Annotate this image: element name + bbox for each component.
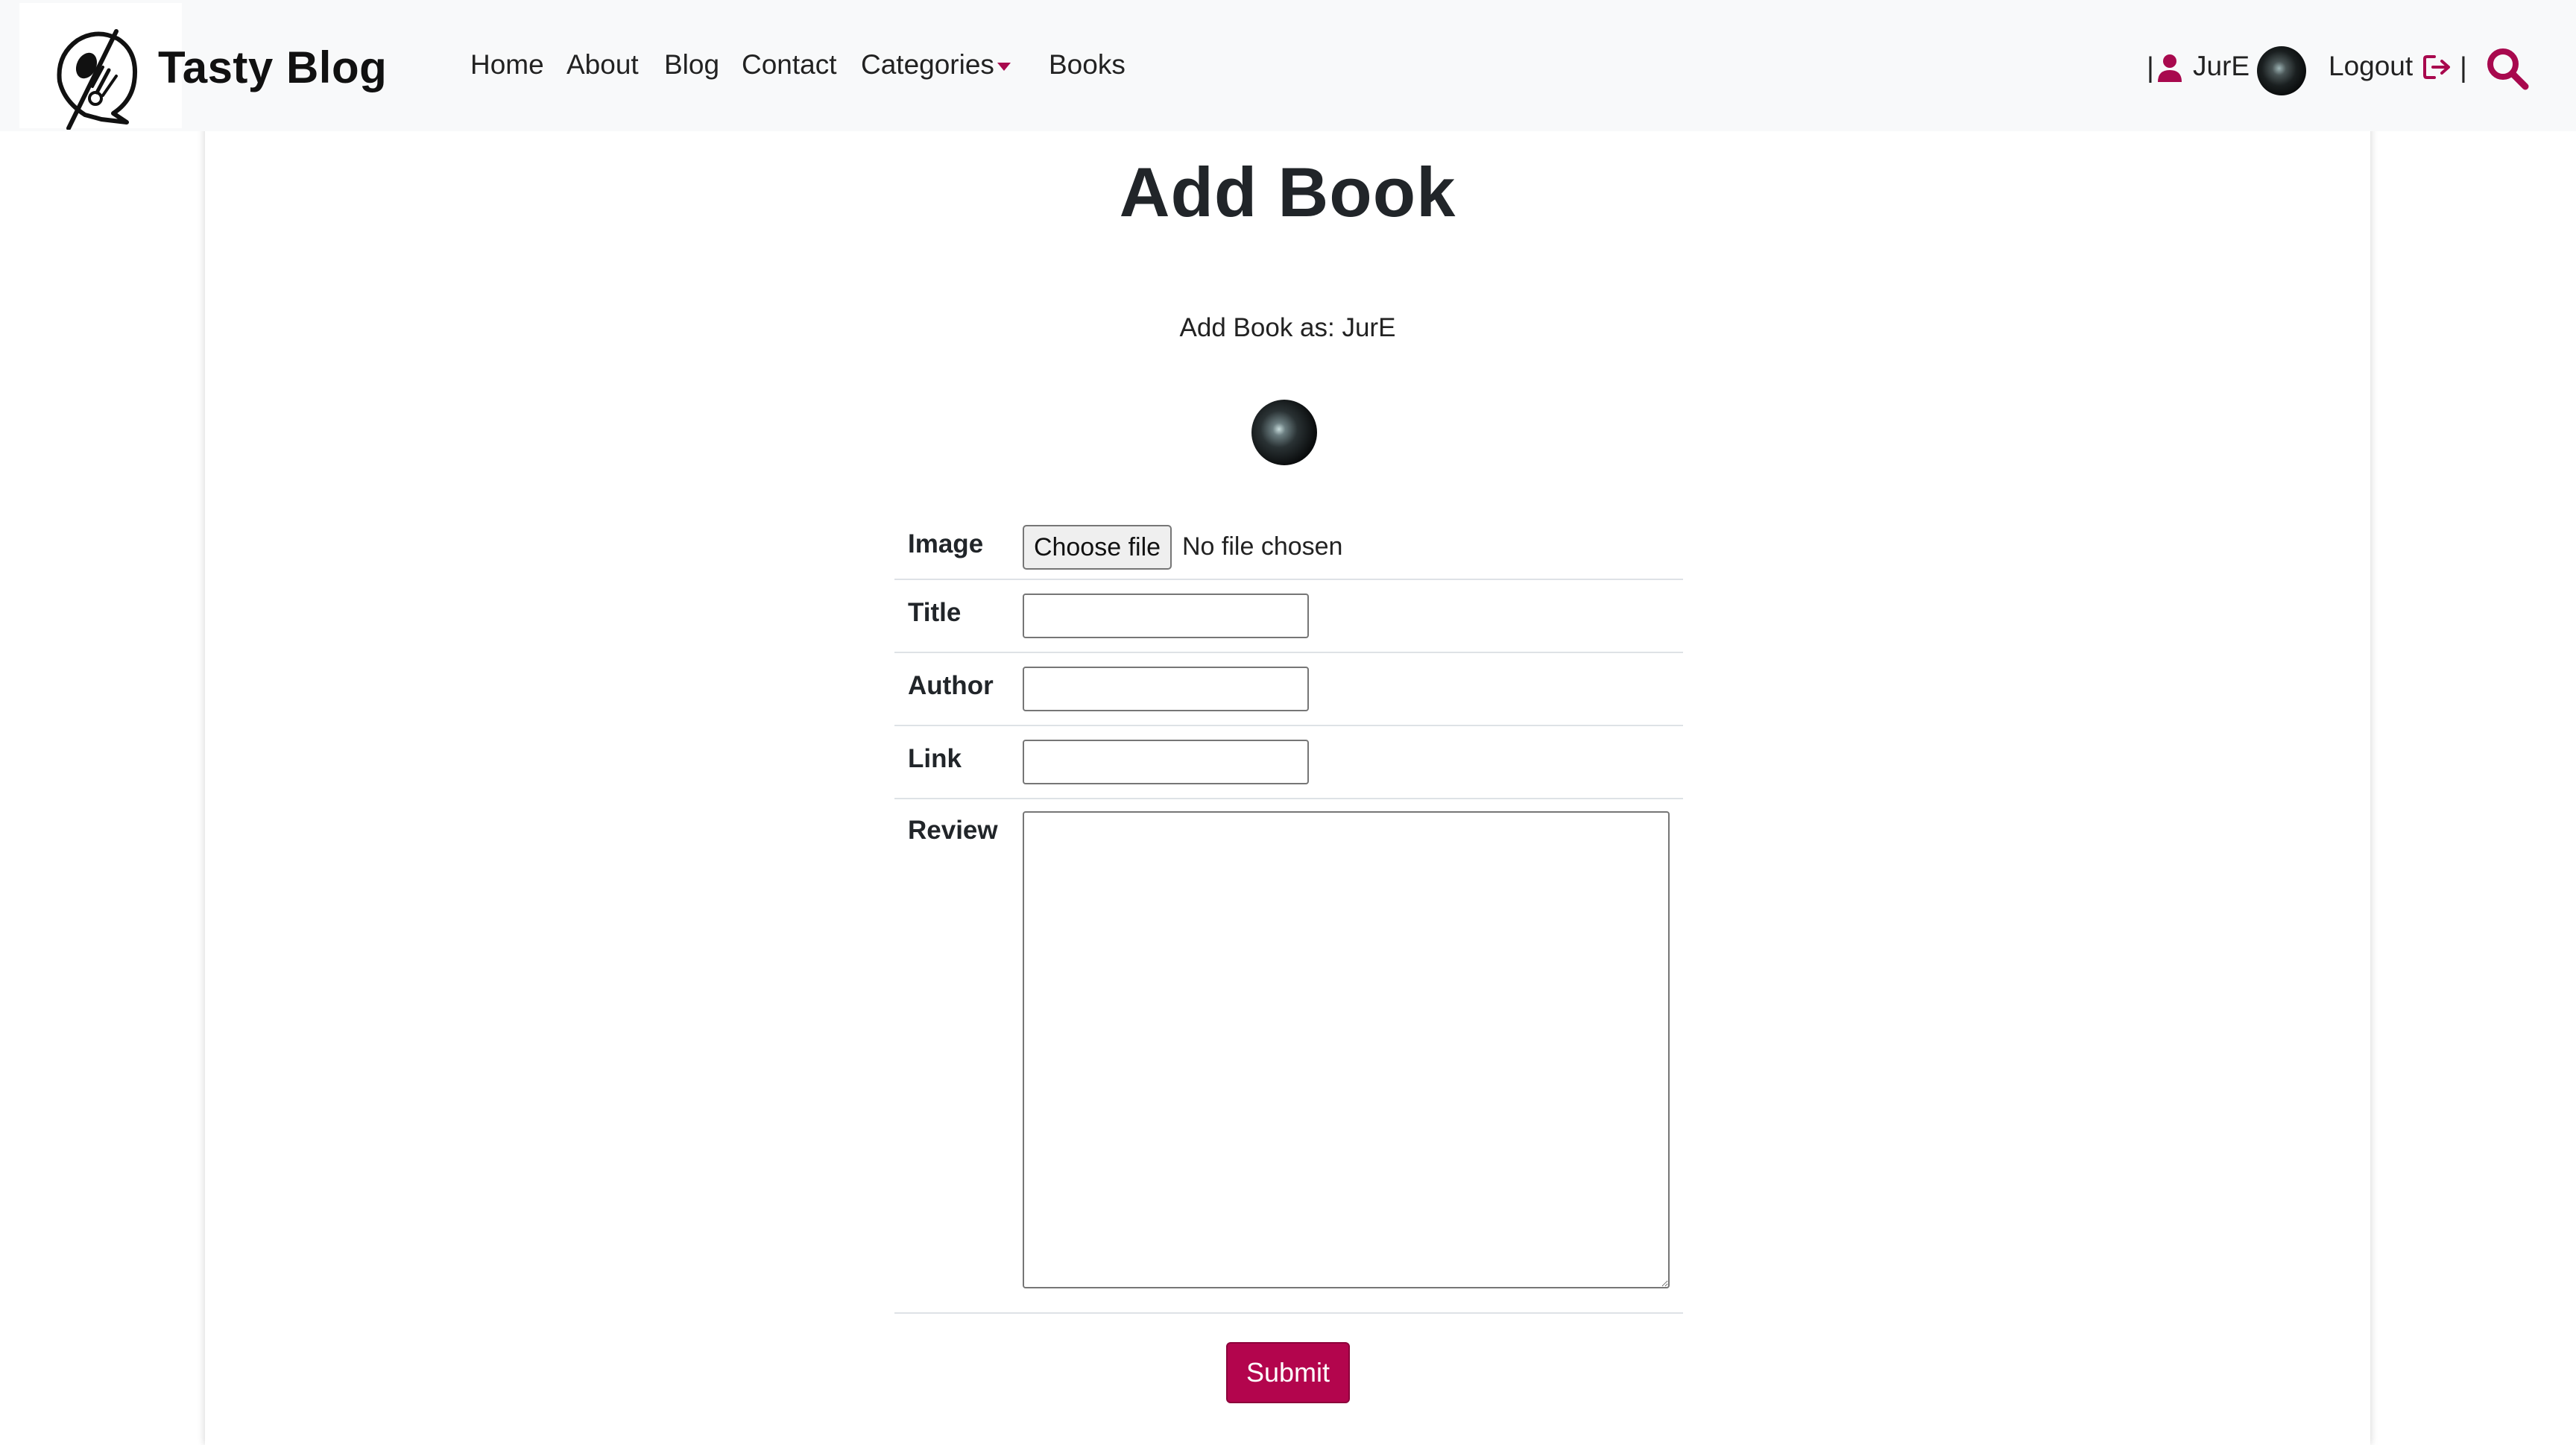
logout-link[interactable]: Logout: [2329, 51, 2413, 82]
nav-categories[interactable]: Categories: [861, 49, 994, 81]
author-input[interactable]: [1023, 667, 1309, 711]
search-icon[interactable]: [2485, 46, 2530, 91]
nav-books[interactable]: Books: [1049, 49, 1126, 81]
form-row-review: Review: [894, 799, 1683, 1314]
pipe-separator: |: [2147, 52, 2154, 84]
form-row-image: Image Choose file No file chosen: [894, 511, 1683, 580]
form-row-author: Author: [894, 653, 1683, 726]
main-card: Add Book Add Book as: JurE Image Choose …: [205, 112, 2370, 1445]
page-title: Add Book: [1119, 153, 1456, 231]
page-subtitle: Add Book as: JurE: [1179, 313, 1396, 342]
title-input[interactable]: [1023, 594, 1309, 638]
author-label: Author: [908, 671, 994, 700]
user-avatar[interactable]: [2257, 46, 2306, 95]
review-label: Review: [908, 816, 998, 845]
form-row-title: Title: [894, 580, 1683, 653]
link-input[interactable]: [1023, 740, 1309, 784]
form-row-link: Link: [894, 726, 1683, 799]
nav-blog[interactable]: Blog: [664, 49, 719, 81]
file-status-text: No file chosen: [1182, 532, 1343, 561]
review-textarea[interactable]: [1023, 811, 1670, 1288]
fork-spoon-logo-icon: [57, 29, 137, 130]
pipe-separator: |: [2460, 52, 2467, 84]
choose-file-button[interactable]: Choose file: [1023, 525, 1172, 570]
navbar: Tasty Blog Home About Blog Contact Categ…: [0, 0, 2576, 131]
user-icon: [2158, 54, 2182, 82]
user-name: JurE: [2193, 51, 2250, 81]
logout-icon[interactable]: [2422, 54, 2452, 81]
link-label: Link: [908, 744, 962, 773]
submit-button[interactable]: Submit: [1226, 1342, 1350, 1403]
brand-name[interactable]: Tasty Blog: [158, 42, 387, 93]
categories-caret-icon[interactable]: [997, 63, 1011, 71]
title-label: Title: [908, 598, 962, 627]
author-avatar: [1251, 400, 1317, 465]
image-label: Image: [908, 529, 984, 558]
nav-contact[interactable]: Contact: [742, 49, 837, 81]
nav-about[interactable]: About: [566, 49, 639, 81]
nav-home[interactable]: Home: [470, 49, 544, 81]
